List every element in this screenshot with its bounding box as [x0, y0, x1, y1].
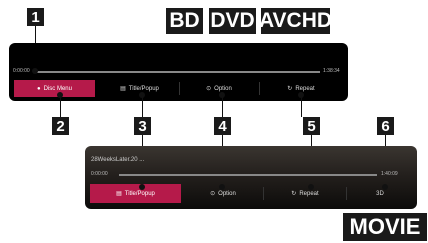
top-time-start: 0:00:00 [13, 68, 30, 74]
top-title-popup-label: Title/Popup [128, 85, 159, 92]
top-separator-1 [179, 82, 180, 95]
bottom-file-title: 28WeeksLater.20 ... [91, 157, 145, 163]
top-repeat-label: Repeat [295, 85, 315, 92]
repeat-icon: ↻ [291, 190, 297, 197]
callout-1-dot [32, 68, 38, 74]
bottom-title-popup-label: Title/Popup [124, 190, 155, 197]
callout-3-leader [142, 95, 143, 117]
bottom-playback-panel: 28WeeksLater.20 ... 0:00:00 1:40:09 ▤ Ti… [85, 146, 417, 209]
avchd-label: AVCHD [258, 8, 333, 34]
bottom-time-start: 0:00:00 [91, 171, 108, 177]
callout-2-leader [60, 95, 61, 117]
top-separator-2 [259, 82, 260, 95]
callout-5-leader [301, 95, 302, 117]
option-icon: ⊙ [210, 190, 216, 197]
bottom-option-label: Option [218, 190, 236, 197]
callout-6-lower-dot [382, 184, 388, 190]
3d-label: 3D [376, 190, 384, 197]
bottom-title-popup-button[interactable]: ▤ Title/Popup [90, 184, 181, 203]
top-progress-track[interactable] [37, 71, 320, 73]
disc-menu-button[interactable]: ● Disc Menu [14, 80, 95, 97]
repeat-icon: ↻ [287, 85, 293, 92]
bd-label: BD [166, 8, 203, 34]
callout-4-leader [222, 95, 223, 117]
top-time-end: 1:38:34 [323, 68, 340, 74]
callout-1: 1 [27, 8, 44, 26]
title-icon: ▤ [120, 85, 126, 92]
callout-5: 5 [303, 117, 320, 135]
callout-3: 3 [134, 117, 151, 135]
disc-icon: ● [37, 85, 41, 92]
top-option-label: Option [214, 85, 232, 92]
bottom-separator-1 [263, 187, 264, 200]
movie-label: MOVIE [343, 213, 427, 241]
callout-6: 6 [377, 117, 394, 135]
bottom-progress-track[interactable] [119, 174, 377, 176]
callout-5-lower-dot [308, 184, 314, 190]
disc-menu-label: Disc Menu [43, 85, 72, 92]
callout-4-lower-dot [219, 184, 225, 190]
bottom-time-end: 1:40:09 [381, 171, 398, 177]
bottom-separator-2 [346, 187, 347, 200]
callout-3-lower-dot [139, 184, 145, 190]
callout-4: 4 [214, 117, 231, 135]
bottom-repeat-button[interactable]: ↻ Repeat [265, 184, 345, 203]
bottom-repeat-label: Repeat [299, 190, 319, 197]
option-icon: ⊙ [206, 85, 212, 92]
dvd-label: DVD [209, 8, 256, 34]
callout-2: 2 [52, 117, 69, 135]
bottom-3d-button[interactable]: 3D [348, 184, 412, 203]
title-icon: ▤ [116, 190, 122, 197]
